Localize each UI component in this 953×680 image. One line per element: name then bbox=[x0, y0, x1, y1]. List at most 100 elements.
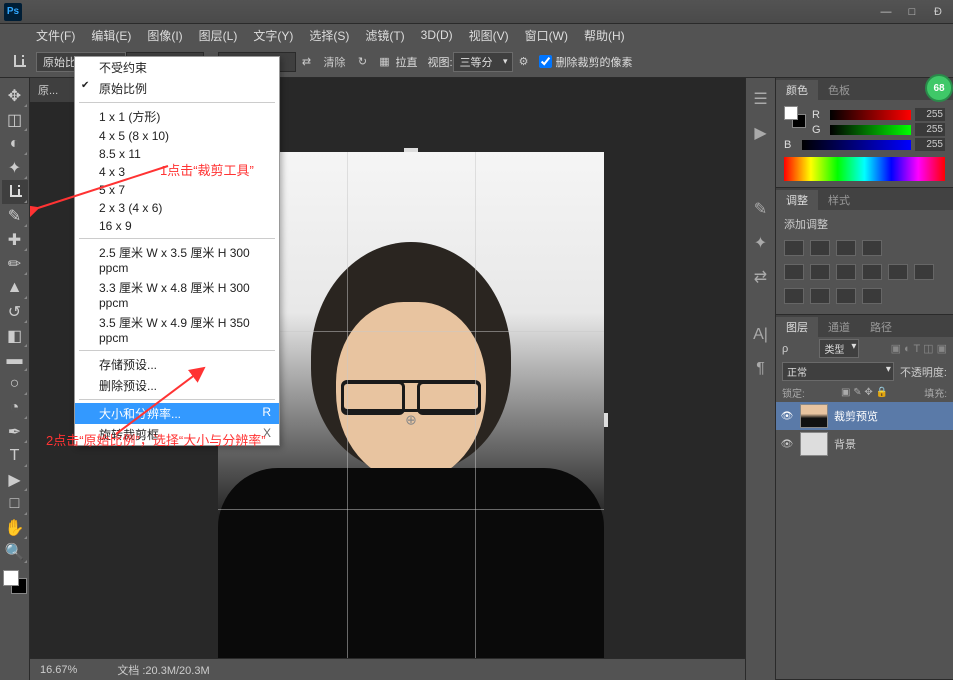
menu-edit[interactable]: 编辑(E) bbox=[83, 25, 139, 46]
straighten-icon[interactable]: ▦ bbox=[374, 51, 396, 73]
shape-tool[interactable]: □ bbox=[2, 492, 28, 516]
menu-file[interactable]: 文件(F) bbox=[28, 25, 83, 46]
zoom-tool[interactable]: 🔍 bbox=[2, 540, 28, 564]
history-brush-tool[interactable]: ↺ bbox=[2, 300, 28, 324]
delete-cropped-checkbox[interactable] bbox=[539, 55, 552, 68]
g-slider[interactable] bbox=[830, 125, 911, 135]
layer-thumbnail[interactable] bbox=[800, 432, 828, 456]
eyedropper-tool[interactable]: ✎ bbox=[2, 204, 28, 228]
healing-tool[interactable]: ✚ bbox=[2, 228, 28, 252]
blend-mode-select[interactable]: 正常 bbox=[782, 362, 894, 381]
crop-handle-n[interactable] bbox=[404, 148, 418, 152]
dd-4x3[interactable]: 4 x 3 bbox=[75, 163, 279, 181]
layer-crop-preview[interactable]: 👁 裁剪预览 bbox=[776, 402, 953, 430]
dd-original-ratio[interactable]: 原始比例 bbox=[75, 78, 279, 99]
dd-delete-preset[interactable]: 删除预设... bbox=[75, 375, 279, 396]
menu-window[interactable]: 窗口(W) bbox=[517, 25, 576, 46]
dd-25x35[interactable]: 2.5 厘米 W x 3.5 厘米 H 300 ppcm bbox=[75, 242, 279, 277]
hand-tool[interactable]: ✋ bbox=[2, 516, 28, 540]
menu-type[interactable]: 文字(Y) bbox=[245, 25, 301, 46]
color-swatches[interactable] bbox=[3, 570, 27, 594]
zoom-level[interactable]: 16.67% bbox=[40, 664, 77, 676]
filter-type-select[interactable]: 类型 bbox=[819, 339, 859, 358]
mixer-icon[interactable] bbox=[914, 264, 934, 280]
dd-33x48[interactable]: 3.3 厘米 W x 4.8 厘米 H 300 ppcm bbox=[75, 277, 279, 312]
spectrum-bar[interactable] bbox=[784, 157, 945, 181]
menu-image[interactable]: 图像(I) bbox=[139, 25, 190, 46]
layer-name[interactable]: 裁剪预览 bbox=[834, 408, 878, 424]
r-slider[interactable] bbox=[830, 110, 911, 120]
exposure-icon[interactable] bbox=[862, 240, 882, 256]
channels-tab[interactable]: 通道 bbox=[818, 317, 860, 337]
secondary-button[interactable]: Đ bbox=[927, 4, 949, 20]
visibility-toggle[interactable]: 👁 bbox=[780, 437, 794, 451]
gradient-map-icon[interactable] bbox=[862, 288, 882, 304]
swap-icon[interactable]: ⇄ bbox=[750, 266, 772, 288]
paths-tab[interactable]: 路径 bbox=[860, 317, 902, 337]
tool-preset-icon[interactable]: ✦ bbox=[750, 232, 772, 254]
menu-3d[interactable]: 3D(D) bbox=[413, 26, 461, 44]
posterize-icon[interactable] bbox=[810, 288, 830, 304]
b-slider[interactable] bbox=[802, 140, 911, 150]
menu-filter[interactable]: 滤镜(T) bbox=[357, 25, 412, 46]
status-badge[interactable]: 68 bbox=[925, 74, 953, 102]
lasso-tool[interactable]: ◐ bbox=[2, 132, 28, 156]
dd-rotate-crop[interactable]: 旋转裁剪框X bbox=[75, 424, 279, 445]
b-value[interactable]: 255 bbox=[915, 138, 945, 151]
foreground-color[interactable] bbox=[3, 570, 19, 586]
menu-view[interactable]: 视图(V) bbox=[461, 25, 517, 46]
menu-help[interactable]: 帮助(H) bbox=[576, 25, 633, 46]
gear-icon[interactable]: ⚙ bbox=[513, 51, 535, 73]
view-dropdown[interactable]: 三等分 bbox=[453, 52, 513, 72]
hue-icon[interactable] bbox=[810, 264, 830, 280]
dd-size-resolution[interactable]: 大小和分辨率...R bbox=[75, 403, 279, 424]
curves-icon[interactable] bbox=[836, 240, 856, 256]
dd-unconstrained[interactable]: 不受约束 bbox=[75, 57, 279, 78]
play-icon[interactable]: ▶ bbox=[750, 122, 772, 144]
g-value[interactable]: 255 bbox=[915, 123, 945, 136]
balance-icon[interactable] bbox=[836, 264, 856, 280]
adjust-tab[interactable]: 调整 bbox=[776, 190, 818, 210]
menu-select[interactable]: 选择(S) bbox=[301, 25, 357, 46]
paragraph-icon[interactable]: ¶ bbox=[750, 358, 772, 380]
vibrance-icon[interactable] bbox=[784, 264, 804, 280]
r-value[interactable]: 255 bbox=[915, 108, 945, 121]
blur-tool[interactable]: ○ bbox=[2, 372, 28, 396]
layer-background[interactable]: 👁 背景 bbox=[776, 430, 953, 458]
dd-5x7[interactable]: 5 x 7 bbox=[75, 181, 279, 199]
dd-16x9[interactable]: 16 x 9 bbox=[75, 217, 279, 235]
maximize-button[interactable]: □ bbox=[901, 4, 923, 20]
fg-swatch[interactable] bbox=[784, 106, 798, 120]
dd-85x11[interactable]: 8.5 x 11 bbox=[75, 145, 279, 163]
minimize-button[interactable]: — bbox=[875, 4, 897, 20]
character-icon[interactable]: A| bbox=[750, 324, 772, 346]
history-icon[interactable]: ☰ bbox=[750, 88, 772, 110]
brush-preset-icon[interactable]: ✎ bbox=[750, 198, 772, 220]
styles-tab[interactable]: 样式 bbox=[818, 190, 860, 210]
move-tool[interactable]: ✥ bbox=[2, 84, 28, 108]
reset-icon[interactable]: ↻ bbox=[352, 51, 374, 73]
layer-thumbnail[interactable] bbox=[800, 404, 828, 428]
clear-button[interactable]: 清除 bbox=[318, 51, 352, 73]
type-tool[interactable]: T bbox=[2, 444, 28, 468]
color-tab[interactable]: 颜色 bbox=[776, 80, 818, 100]
swap-button[interactable]: ⇄ bbox=[296, 51, 318, 73]
marquee-tool[interactable]: ◫ bbox=[2, 108, 28, 132]
visibility-toggle[interactable]: 👁 bbox=[780, 409, 794, 423]
stamp-tool[interactable]: ▲ bbox=[2, 276, 28, 300]
dd-1x1[interactable]: 1 x 1 (方形) bbox=[75, 106, 279, 127]
crop-handle-e[interactable] bbox=[604, 413, 608, 427]
magic-wand-tool[interactable]: ✦ bbox=[2, 156, 28, 180]
invert-icon[interactable] bbox=[784, 288, 804, 304]
brush-tool[interactable]: ✏ bbox=[2, 252, 28, 276]
layer-name[interactable]: 背景 bbox=[834, 436, 856, 452]
menu-layer[interactable]: 图层(L) bbox=[191, 25, 246, 46]
dd-35x49[interactable]: 3.5 厘米 W x 4.9 厘米 H 350 ppcm bbox=[75, 312, 279, 347]
bw-icon[interactable] bbox=[862, 264, 882, 280]
layers-tab[interactable]: 图层 bbox=[776, 317, 818, 337]
pen-tool[interactable]: ✒ bbox=[2, 420, 28, 444]
dd-save-preset[interactable]: 存储预设... bbox=[75, 354, 279, 375]
eraser-tool[interactable]: ◧ bbox=[2, 324, 28, 348]
brightness-icon[interactable] bbox=[784, 240, 804, 256]
swatches-tab[interactable]: 色板 bbox=[818, 80, 860, 100]
